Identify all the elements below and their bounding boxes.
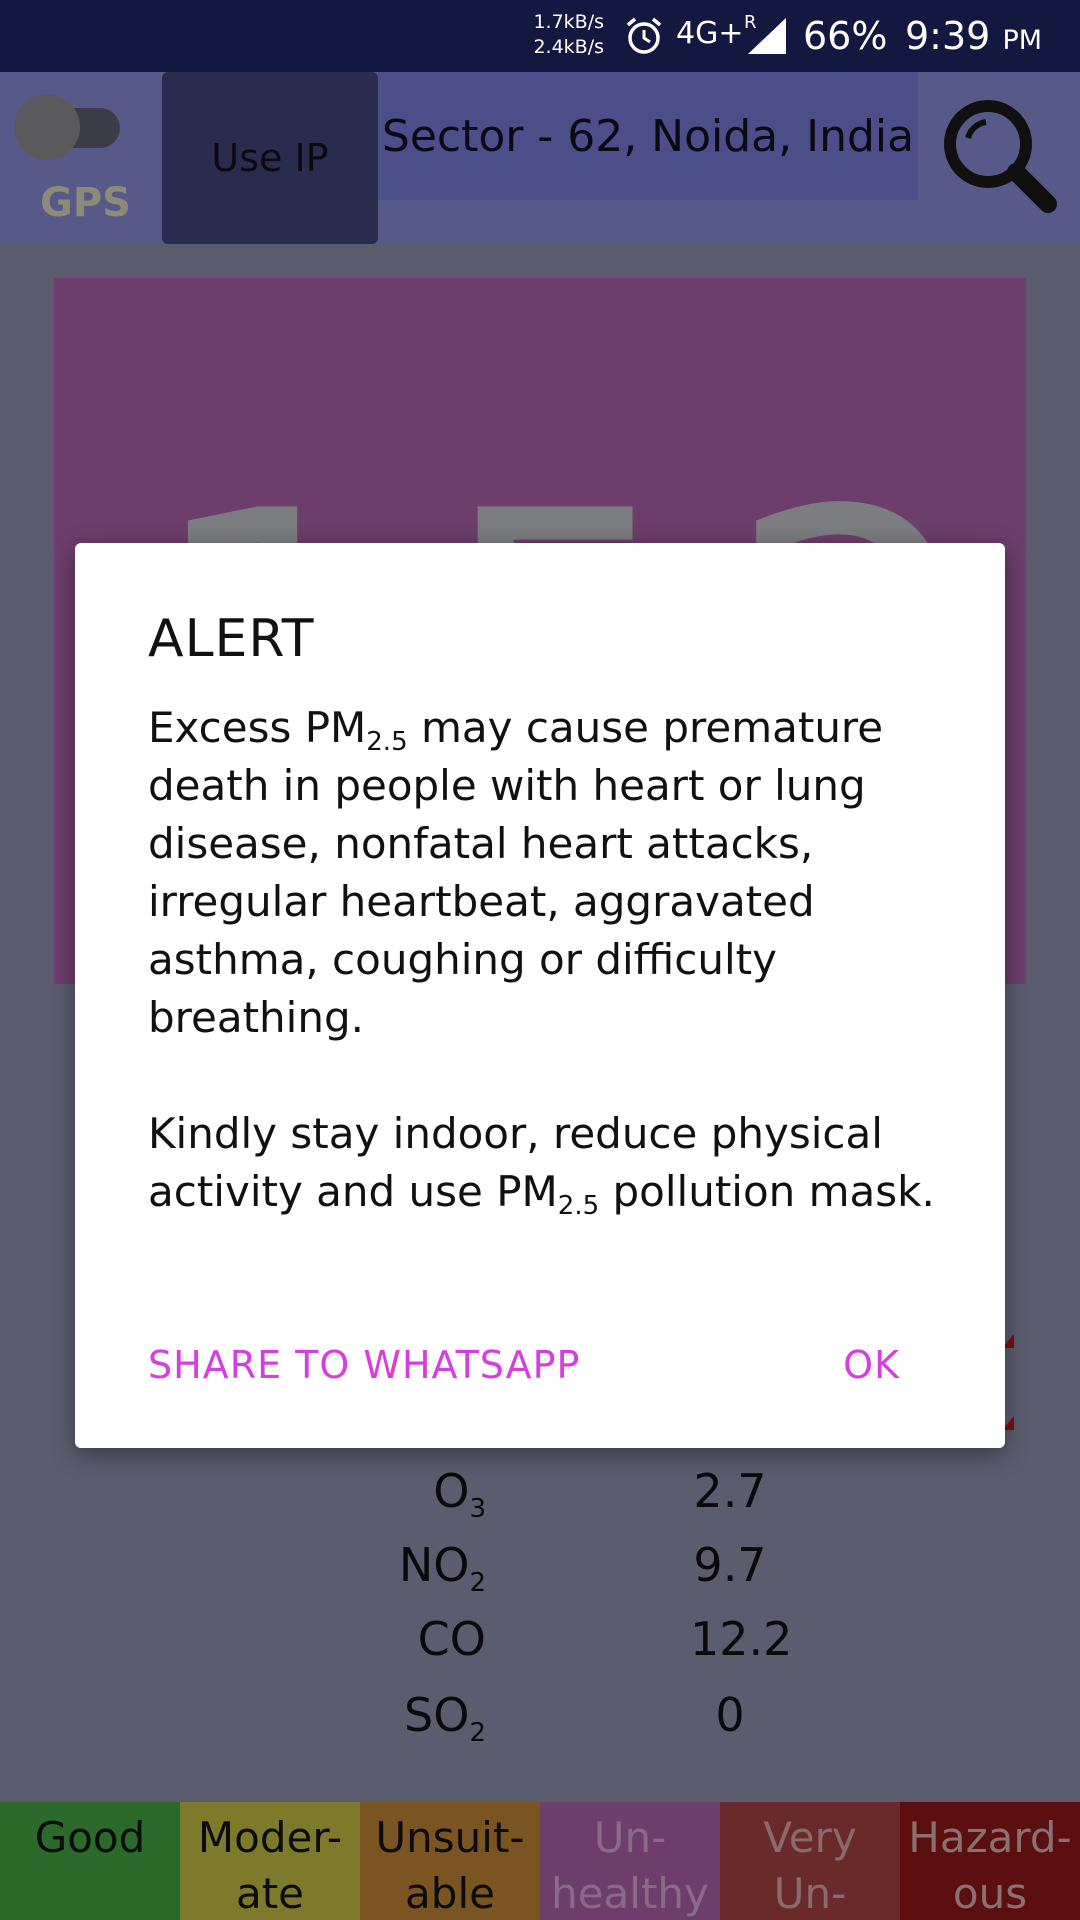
alert-dialog: ALERT Excess PM2.5 may cause premature d… xyxy=(75,543,1005,1448)
legend-very-unhealthy: Very Un- xyxy=(720,1802,900,1920)
legend-unsuitable: Unsuit-able xyxy=(360,1802,540,1920)
aqi-legend: Good Moder-ate Unsuit-able Un-healthy Ve… xyxy=(0,1802,1080,1920)
pollutant-name: O3 xyxy=(433,1464,486,1525)
alarm-icon xyxy=(626,17,662,54)
ok-button[interactable]: OK xyxy=(843,1343,900,1387)
location-field[interactable]: Sector - 62, Noida, India xyxy=(378,72,918,200)
pollutant-value: 0 xyxy=(715,1688,745,1742)
use-ip-button[interactable]: Use IP xyxy=(162,72,378,244)
upload-speed: 1.7kB/s xyxy=(533,11,604,33)
search-icon[interactable] xyxy=(938,94,1058,214)
pollutant-row: SO2 0 xyxy=(0,1688,1080,1762)
clock: 9:39 PM xyxy=(905,14,1042,58)
clock-ampm: PM xyxy=(1002,25,1043,56)
share-to-whatsapp-button[interactable]: SHARE TO WHATSAPP xyxy=(148,1343,580,1387)
pollutant-name: NO2 xyxy=(398,1538,486,1599)
pollutant-value: 2.7 xyxy=(693,1464,767,1518)
legend-moderate: Moder-ate xyxy=(180,1802,360,1920)
battery-level: 66% xyxy=(803,14,888,58)
pollutant-name: CO xyxy=(417,1612,486,1666)
gps-label: GPS xyxy=(40,180,131,226)
network-speed: 1.7kB/s 2.4kB/s xyxy=(512,10,604,60)
location-toolbar: GPS Use IP Sector - 62, Noida, India xyxy=(0,72,1080,244)
pollutant-name: SO2 xyxy=(404,1688,486,1749)
download-speed: 2.4kB/s xyxy=(533,36,604,58)
pollutant-value: 9.7 xyxy=(693,1538,767,1592)
clock-time: 9:39 xyxy=(905,14,991,58)
pollutant-row: CO 12.2 xyxy=(0,1612,1080,1686)
legend-good: Good xyxy=(0,1802,180,1920)
pollutant-value: 12.2 xyxy=(690,1612,793,1666)
status-bar: 1.7kB/s 2.4kB/s 4G+ R 66% 9:39 PM xyxy=(0,0,1080,72)
pollutant-row: NO2 9.7 xyxy=(0,1538,1080,1612)
health-warning-text: Excess PM2.5 may cause premature death i… xyxy=(148,703,884,1042)
pollutant-row: O3 2.7 xyxy=(0,1464,1080,1538)
legend-unhealthy: Un-healthy xyxy=(540,1802,720,1920)
dialog-message: Excess PM2.5 may cause premature death i… xyxy=(148,699,948,1221)
gps-toggle[interactable] xyxy=(14,88,120,160)
legend-hazardous: Hazard-ous xyxy=(900,1802,1080,1920)
advice-text: Kindly stay indoor, reduce physical acti… xyxy=(148,1109,935,1221)
network-type: 4G+ xyxy=(676,16,744,51)
gps-toggle-knob xyxy=(14,94,80,160)
dialog-title: ALERT xyxy=(148,609,315,669)
signal-icon xyxy=(748,18,786,54)
